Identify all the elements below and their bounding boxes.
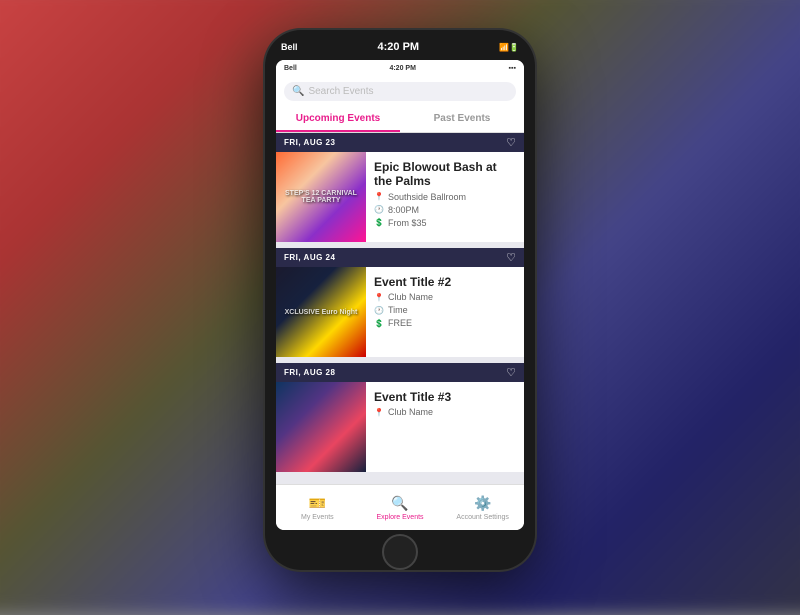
nav-account-settings[interactable]: ⚙️ Account Settings xyxy=(441,485,524,530)
event-title-1: Epic Blowout Bash at the Palms xyxy=(374,160,516,189)
search-placeholder: Search Events xyxy=(308,86,373,97)
account-settings-label: Account Settings xyxy=(456,514,509,521)
my-events-label: My Events xyxy=(301,514,334,521)
tab-upcoming[interactable]: Upcoming Events xyxy=(276,107,400,132)
event-price-row-1: 💲 From $35 xyxy=(374,218,516,228)
event-venue-2: Club Name xyxy=(388,292,433,302)
pin-icon-2: 📍 xyxy=(374,293,384,302)
event-date-2: FRI, AUG 24 xyxy=(284,253,335,262)
event-date-1: FRI, AUG 23 xyxy=(284,138,335,147)
favorite-icon-1[interactable]: ♡ xyxy=(506,136,516,149)
favorite-icon-3[interactable]: ♡ xyxy=(506,366,516,379)
dollar-icon-2: 💲 xyxy=(374,319,384,328)
event-venue-row-1: 📍 Southside Ballroom xyxy=(374,192,516,202)
event-img-text-1: STEP'S 12 CARNIVAL TEA PARTY xyxy=(276,152,366,242)
clock-icon-1: 🕐 xyxy=(374,205,384,214)
carrier-text: Bell xyxy=(281,42,298,52)
events-list: FRI, AUG 23 ♡ STEP'S 12 CARNIVAL TEA PAR… xyxy=(276,133,524,484)
event-card-1[interactable]: FRI, AUG 23 ♡ STEP'S 12 CARNIVAL TEA PAR… xyxy=(276,133,524,242)
status-icons: 📶🔋 xyxy=(499,43,519,52)
event-price-row-2: 💲 FREE xyxy=(374,318,516,328)
event-image-2: XCLUSIVE Euro Night xyxy=(276,267,366,357)
home-button[interactable] xyxy=(382,534,418,570)
event-img-text-2: XCLUSIVE Euro Night xyxy=(276,267,366,357)
battery-status: ▪▪▪ xyxy=(509,65,516,72)
event-price-1: From $35 xyxy=(388,218,427,228)
phone-top-bar: Bell 4:20 PM 📶🔋 xyxy=(265,30,535,58)
event-title-2: Event Title #2 xyxy=(374,275,516,289)
clock-icon-2: 🕐 xyxy=(374,306,384,315)
carrier-status: Bell xyxy=(284,65,297,72)
event-venue-row-2: 📍 Club Name xyxy=(374,292,516,302)
event-details-2: Event Title #2 📍 Club Name 🕐 Time 💲 FREE xyxy=(366,267,524,357)
event-venue-1: Southside Ballroom xyxy=(388,192,466,202)
phone-shell: Bell 4:20 PM 📶🔋 Bell 4:20 PM ▪▪▪ 🔍 Searc… xyxy=(265,30,535,570)
event-header-2: FRI, AUG 24 ♡ xyxy=(276,248,524,267)
event-price-2: FREE xyxy=(388,318,412,328)
status-time: 4:20 PM xyxy=(378,41,420,53)
event-card-3[interactable]: FRI, AUG 28 ♡ Event Title #3 📍 Club Name xyxy=(276,363,524,472)
search-input-wrapper[interactable]: 🔍 Search Events xyxy=(284,82,516,101)
my-events-icon: 🎫 xyxy=(309,495,326,512)
event-body-2: XCLUSIVE Euro Night Event Title #2 📍 Clu… xyxy=(276,267,524,357)
tab-past[interactable]: Past Events xyxy=(400,107,524,132)
explore-events-label: Explore Events xyxy=(376,514,423,521)
event-title-3: Event Title #3 xyxy=(374,390,516,404)
event-time-row-2: 🕐 Time xyxy=(374,305,516,315)
dollar-icon-1: 💲 xyxy=(374,218,384,227)
time-status: 4:20 PM xyxy=(389,65,415,72)
event-details-1: Epic Blowout Bash at the Palms 📍 Southsi… xyxy=(366,152,524,242)
event-body-1: STEP'S 12 CARNIVAL TEA PARTY Epic Blowou… xyxy=(276,152,524,242)
phone-screen: Bell 4:20 PM ▪▪▪ 🔍 Search Events Upcomin… xyxy=(276,60,524,530)
event-header-3: FRI, AUG 28 ♡ xyxy=(276,363,524,382)
nav-explore-events[interactable]: 🔍 Explore Events xyxy=(359,485,442,530)
event-time-2: Time xyxy=(388,305,408,315)
bottom-nav: 🎫 My Events 🔍 Explore Events ⚙️ Account … xyxy=(276,484,524,530)
pin-icon-1: 📍 xyxy=(374,192,384,201)
event-header-1: FRI, AUG 23 ♡ xyxy=(276,133,524,152)
account-settings-icon: ⚙️ xyxy=(474,495,491,512)
event-card-2[interactable]: FRI, AUG 24 ♡ XCLUSIVE Euro Night Event … xyxy=(276,248,524,357)
event-time-1: 8:00PM xyxy=(388,205,419,215)
nav-my-events[interactable]: 🎫 My Events xyxy=(276,485,359,530)
event-image-1: STEP'S 12 CARNIVAL TEA PARTY xyxy=(276,152,366,242)
event-venue-row-3: 📍 Club Name xyxy=(374,407,516,417)
status-bar: Bell 4:20 PM ▪▪▪ xyxy=(276,60,524,76)
event-details-3: Event Title #3 📍 Club Name xyxy=(366,382,524,472)
event-time-row-1: 🕐 8:00PM xyxy=(374,205,516,215)
event-date-3: FRI, AUG 28 xyxy=(284,368,335,377)
explore-events-icon: 🔍 xyxy=(391,495,408,512)
event-body-3: Event Title #3 📍 Club Name xyxy=(276,382,524,472)
favorite-icon-2[interactable]: ♡ xyxy=(506,251,516,264)
pin-icon-3: 📍 xyxy=(374,408,384,417)
event-image-3 xyxy=(276,382,366,472)
search-bar-container: 🔍 Search Events xyxy=(276,76,524,107)
event-venue-3: Club Name xyxy=(388,407,433,417)
search-icon: 🔍 xyxy=(292,86,304,97)
tabs-bar: Upcoming Events Past Events xyxy=(276,107,524,133)
event-img-text-3 xyxy=(276,382,366,472)
